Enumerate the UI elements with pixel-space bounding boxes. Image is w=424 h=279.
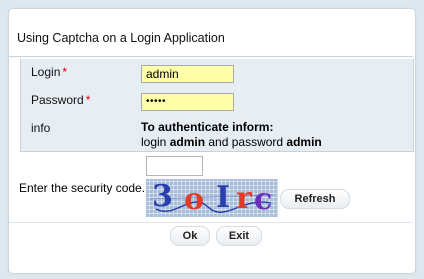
captcha-char-3: I xyxy=(216,180,231,215)
refresh-button[interactable]: Refresh xyxy=(280,189,350,209)
actions-divider xyxy=(9,222,413,223)
captcha-char-4: r xyxy=(236,181,252,216)
info-credentials: login admin and password admin xyxy=(141,135,322,149)
password-label: Password * xyxy=(31,93,90,107)
info-label: info xyxy=(31,121,51,135)
security-code-label: Enter the security code. xyxy=(19,181,146,195)
password-input[interactable]: ••••• xyxy=(141,93,234,111)
info-title: To authenticate inform: xyxy=(141,120,274,134)
security-code-input[interactable] xyxy=(146,156,203,176)
captcha-char-2: o xyxy=(184,182,205,217)
panel-title: Using Captcha on a Login Application xyxy=(17,31,225,45)
ok-button[interactable]: Ok xyxy=(170,226,210,246)
login-input[interactable] xyxy=(141,65,234,83)
info-prefix: login xyxy=(141,135,170,149)
login-label: Login * xyxy=(31,65,67,79)
login-required-mark: * xyxy=(62,65,68,79)
exit-button[interactable]: Exit xyxy=(216,226,262,246)
password-label-text: Password xyxy=(31,93,84,107)
info-middle: and password xyxy=(205,135,287,149)
captcha-image: 3 o I r c xyxy=(146,179,278,217)
password-required-mark: * xyxy=(85,93,91,107)
captcha-char-1: 3 xyxy=(152,179,173,214)
info-pass: admin xyxy=(286,135,322,149)
info-user: admin xyxy=(169,135,206,149)
captcha-char-5: c xyxy=(254,182,273,217)
login-label-text: Login xyxy=(31,65,61,79)
title-divider xyxy=(9,56,413,57)
